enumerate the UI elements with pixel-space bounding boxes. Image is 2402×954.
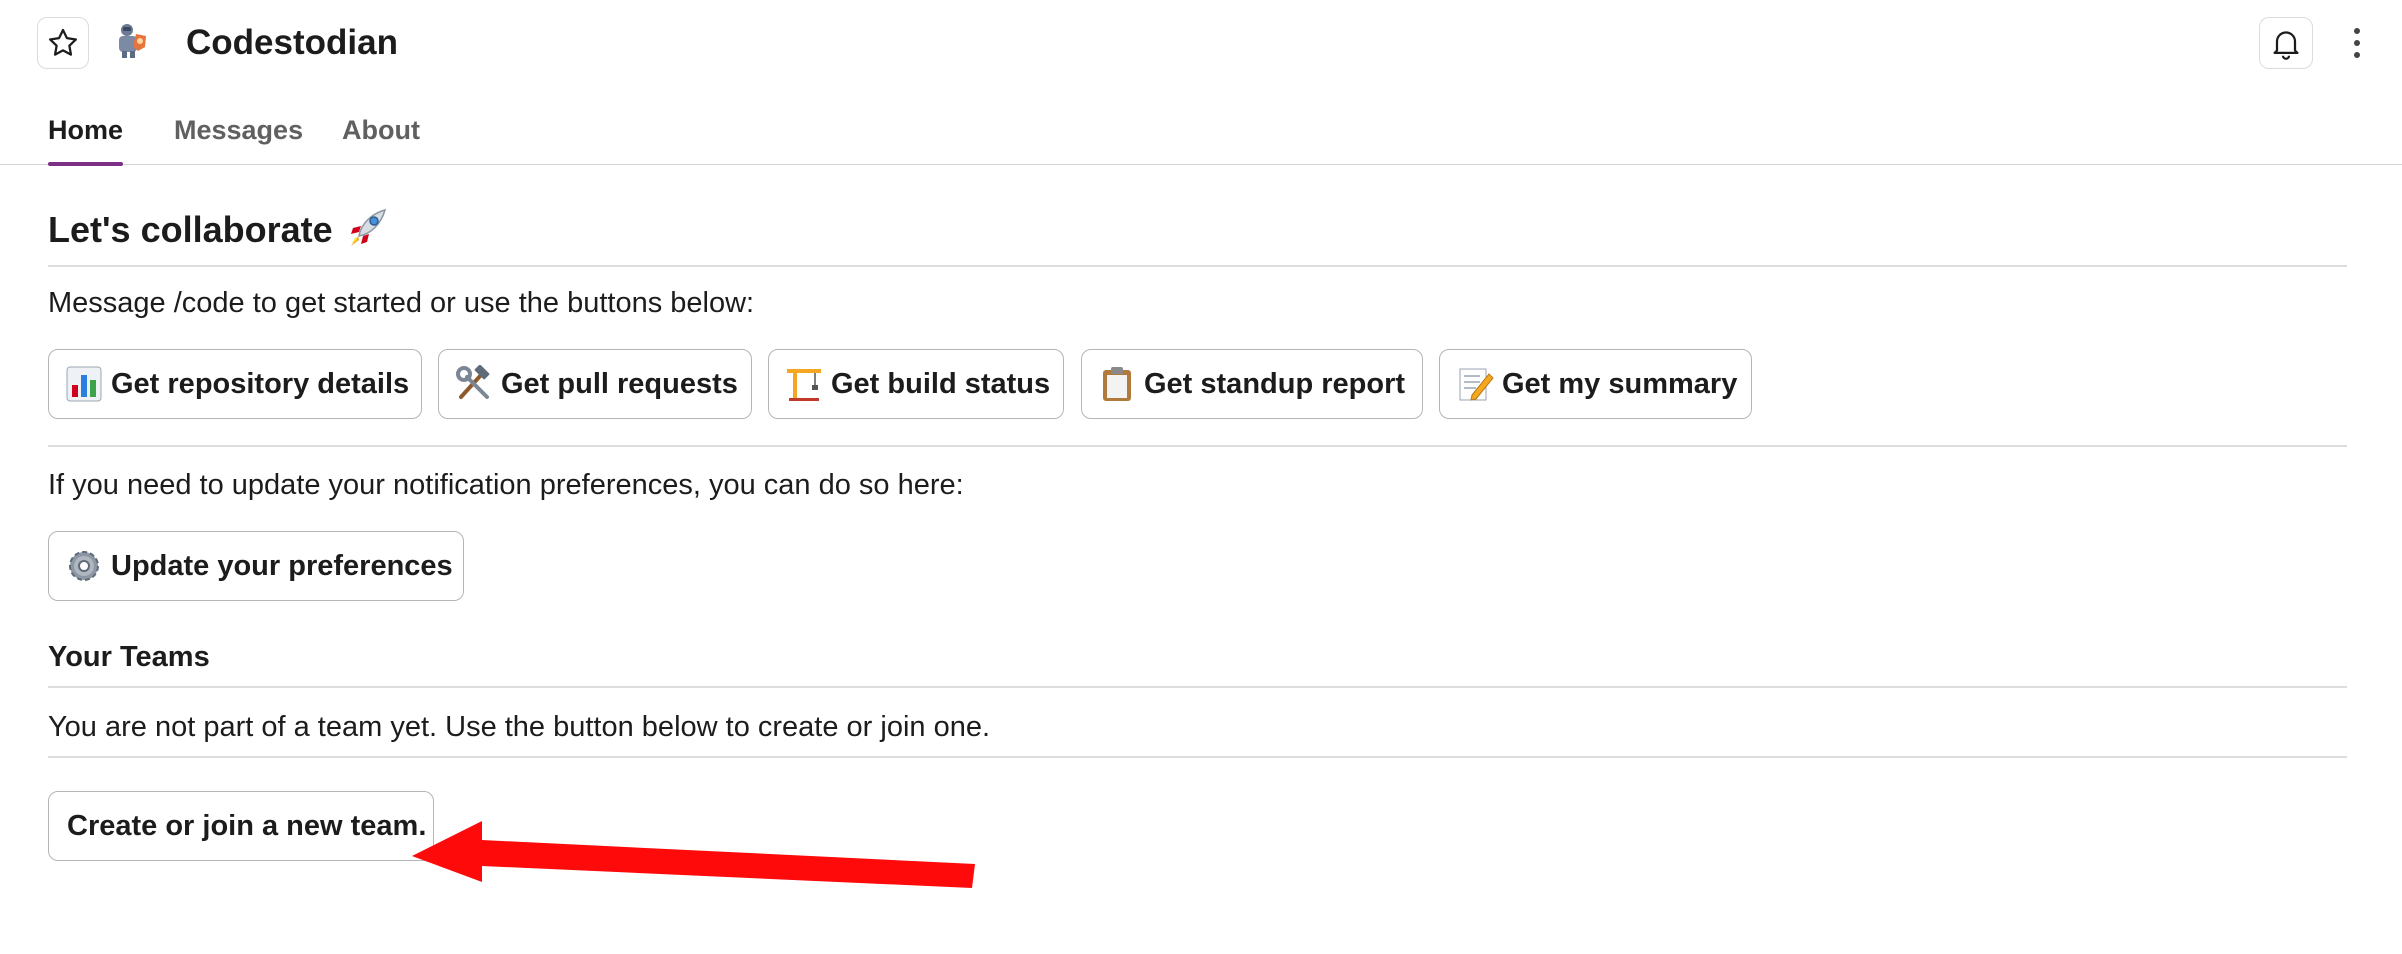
red-arrow-annotation	[412, 821, 975, 888]
